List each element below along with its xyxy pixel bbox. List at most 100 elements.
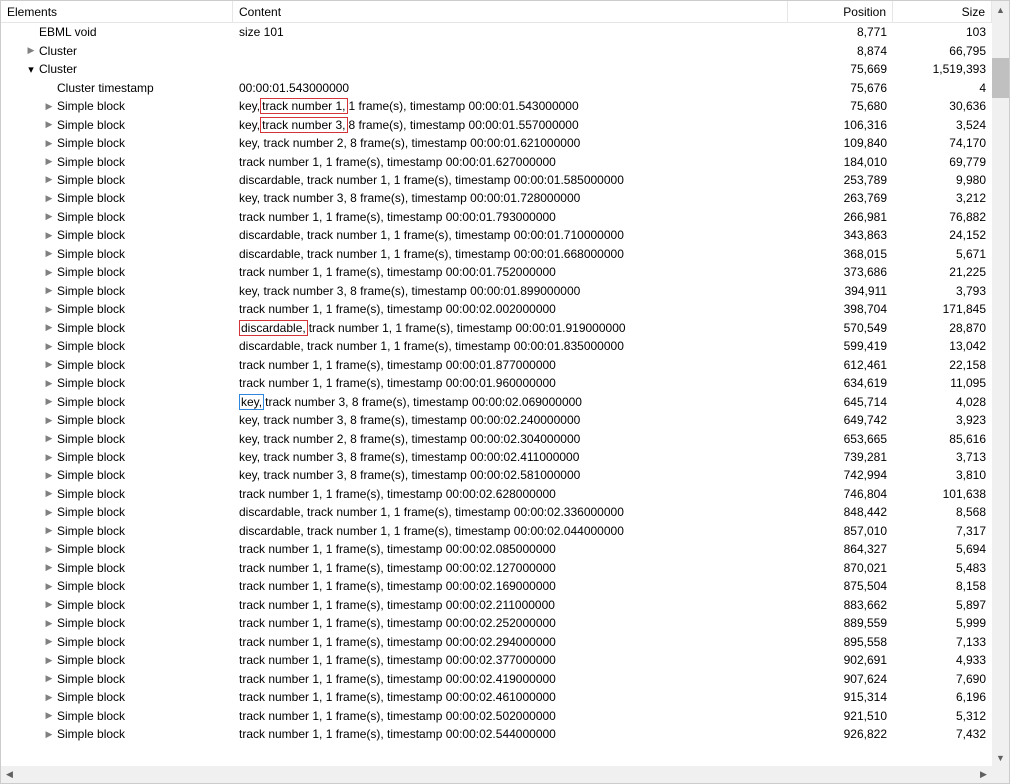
chevron-right-icon[interactable]: ▶	[43, 544, 55, 555]
table-row[interactable]: ▶Simple blockdiscardable, track number 1…	[1, 245, 992, 263]
table-row[interactable]: EBML voidsize 1018,771103	[1, 23, 992, 41]
table-row[interactable]: ▶Simple blocktrack number 1, 1 frame(s),…	[1, 596, 992, 614]
chevron-right-icon[interactable]: ▶	[43, 729, 55, 740]
table-row[interactable]: ▶Simple blocktrack number 1, 1 frame(s),…	[1, 485, 992, 503]
chevron-right-icon[interactable]: ▶	[25, 45, 37, 56]
chevron-right-icon[interactable]: ▶	[43, 341, 55, 352]
table-row[interactable]: ▶Simple blockkey, track number 2, 8 fram…	[1, 429, 992, 447]
chevron-right-icon[interactable]: ▶	[43, 156, 55, 167]
table-row[interactable]: ▶Simple blockkey, track number 2, 8 fram…	[1, 134, 992, 152]
chevron-right-icon[interactable]: ▶	[43, 248, 55, 259]
chevron-right-icon[interactable]: ▶	[43, 599, 55, 610]
table-row[interactable]: ▶Simple blocktrack number 1, 1 frame(s),…	[1, 559, 992, 577]
table-row[interactable]: ▶Simple blocktrack number 1, 1 frame(s),…	[1, 374, 992, 392]
table-row[interactable]: ▶Simple blocktrack number 1, 1 frame(s),…	[1, 263, 992, 281]
table-row[interactable]: ▶Simple blocktrack number 1, 1 frame(s),…	[1, 614, 992, 632]
size-value: 21,225	[949, 265, 986, 279]
table-row[interactable]: ▶Simple blocktrack number 1, 1 frame(s),…	[1, 152, 992, 170]
table-row[interactable]: ▶Simple blockkey, track number 3, 8 fram…	[1, 189, 992, 207]
scroll-thumb[interactable]	[992, 58, 1009, 98]
table-row[interactable]: ▶Simple blocktrack number 1, 1 frame(s),…	[1, 688, 992, 706]
table-row[interactable]: ▶Simple blockdiscardable, track number 1…	[1, 171, 992, 189]
chevron-right-icon[interactable]: ▶	[43, 322, 55, 333]
chevron-down-icon[interactable]: ▾	[25, 63, 37, 76]
position-value: 106,316	[844, 118, 887, 132]
table-row[interactable]: ▶Simple blocktrack number 1, 1 frame(s),…	[1, 725, 992, 743]
table-row[interactable]: ▶Simple blockdiscardable, track number 1…	[1, 522, 992, 540]
chevron-right-icon[interactable]: ▶	[43, 581, 55, 592]
table-row[interactable]: ▶Simple blocktrack number 1, 1 frame(s),…	[1, 669, 992, 687]
table-row[interactable]: ▶Simple blocktrack number 1, 1 frame(s),…	[1, 355, 992, 373]
column-header-size[interactable]: Size	[893, 1, 992, 22]
chevron-right-icon[interactable]: ▶	[43, 378, 55, 389]
chevron-right-icon[interactable]: ▶	[43, 230, 55, 241]
table-row[interactable]: ▶Simple blockdiscardable, track number 1…	[1, 319, 992, 337]
element-name: Simple block	[57, 210, 125, 224]
chevron-right-icon[interactable]: ▶	[43, 710, 55, 721]
table-row[interactable]: ▶Simple blockkey, track number 3, 8 fram…	[1, 411, 992, 429]
table-row[interactable]: ▶Simple blockkey, track number 3, 8 fram…	[1, 392, 992, 410]
chevron-right-icon[interactable]: ▶	[43, 193, 55, 204]
chevron-right-icon[interactable]: ▶	[43, 507, 55, 518]
content-segment: track number 1, 1 frame(s), timestamp 00…	[239, 210, 556, 224]
chevron-right-icon[interactable]: ▶	[43, 285, 55, 296]
chevron-right-icon[interactable]: ▶	[43, 101, 55, 112]
table-row[interactable]: ▶Simple blocktrack number 1, 1 frame(s),…	[1, 540, 992, 558]
table-row[interactable]: ▶Simple blockkey, track number 3, 8 fram…	[1, 115, 992, 133]
chevron-right-icon[interactable]: ▶	[43, 655, 55, 666]
chevron-right-icon[interactable]: ▶	[43, 433, 55, 444]
vertical-scrollbar[interactable]: ▲ ▼	[992, 1, 1009, 766]
table-row[interactable]: ▶Simple blockkey, track number 3, 8 fram…	[1, 466, 992, 484]
table-row[interactable]: ▶Simple blockkey, track number 1, 1 fram…	[1, 97, 992, 115]
table-row[interactable]: ▶Simple blockdiscardable, track number 1…	[1, 337, 992, 355]
table-row[interactable]: ▶Simple blocktrack number 1, 1 frame(s),…	[1, 632, 992, 650]
position-value: 263,769	[844, 191, 887, 205]
chevron-right-icon[interactable]: ▶	[43, 267, 55, 278]
table-row[interactable]: ▶Simple blockkey, track number 3, 8 fram…	[1, 448, 992, 466]
element-cell: ▶Simple block	[1, 319, 233, 337]
chevron-right-icon[interactable]: ▶	[43, 562, 55, 573]
column-header-position[interactable]: Position	[788, 1, 893, 22]
scroll-track[interactable]	[992, 18, 1009, 749]
scroll-left-icon[interactable]: ◀	[1, 766, 18, 783]
table-row[interactable]: ▶Simple blockdiscardable, track number 1…	[1, 226, 992, 244]
table-row[interactable]: Cluster timestamp00:00:01.54300000075,67…	[1, 78, 992, 96]
table-row[interactable]: ▶Simple blockkey, track number 3, 8 fram…	[1, 282, 992, 300]
chevron-right-icon[interactable]: ▶	[43, 452, 55, 463]
table-row[interactable]: ▶Cluster8,87466,795	[1, 41, 992, 59]
chevron-right-icon[interactable]: ▶	[43, 138, 55, 149]
chevron-right-icon[interactable]: ▶	[43, 673, 55, 684]
position-value: 848,442	[844, 505, 887, 519]
chevron-right-icon[interactable]: ▶	[43, 359, 55, 370]
chevron-right-icon[interactable]: ▶	[43, 488, 55, 499]
table-row[interactable]: ▶Simple blocktrack number 1, 1 frame(s),…	[1, 300, 992, 318]
size-cell: 22,158	[893, 355, 992, 373]
table-row[interactable]: ▶Simple block track number 1, 1 frame(s),…	[1, 208, 992, 226]
table-row[interactable]: ▶Simple blocktrack number 1, 1 frame(s),…	[1, 577, 992, 595]
table-row[interactable]: ▶Simple blocktrack number 1, 1 frame(s),…	[1, 651, 992, 669]
chevron-right-icon[interactable]: ▶	[43, 636, 55, 647]
chevron-right-icon[interactable]: ▶	[43, 470, 55, 481]
chevron-right-icon[interactable]: ▶	[43, 618, 55, 629]
content-cell: key, track number 1, 1 frame(s), timesta…	[233, 97, 788, 115]
content-cell: track number 1, 1 frame(s), timestamp 00…	[233, 632, 788, 650]
chevron-right-icon[interactable]: ▶	[43, 174, 55, 185]
chevron-right-icon[interactable]: ▶	[43, 415, 55, 426]
column-header-elements[interactable]: Elements	[1, 1, 233, 22]
chevron-right-icon[interactable]: ▶	[43, 396, 55, 407]
chevron-right-icon[interactable]: ▶	[43, 119, 55, 130]
scroll-down-icon[interactable]: ▼	[992, 749, 1009, 766]
table-row[interactable]: ▶Simple blockdiscardable, track number 1…	[1, 503, 992, 521]
table-row[interactable]: ▾Cluster75,6691,519,393	[1, 60, 992, 78]
horizontal-scrollbar[interactable]: ◀ ▶	[1, 766, 992, 783]
chevron-right-icon[interactable]: ▶	[43, 525, 55, 536]
scroll-right-icon[interactable]: ▶	[975, 766, 992, 783]
column-header-content[interactable]: Content	[233, 1, 788, 22]
size-cell: 13,042	[893, 337, 992, 355]
element-name: Simple block	[57, 579, 125, 593]
chevron-right-icon[interactable]: ▶	[43, 304, 55, 315]
scroll-up-icon[interactable]: ▲	[992, 1, 1009, 18]
chevron-right-icon[interactable]: ▶	[43, 692, 55, 703]
table-row[interactable]: ▶Simple blocktrack number 1, 1 frame(s),…	[1, 706, 992, 724]
chevron-right-icon[interactable]: ▶	[43, 211, 55, 222]
